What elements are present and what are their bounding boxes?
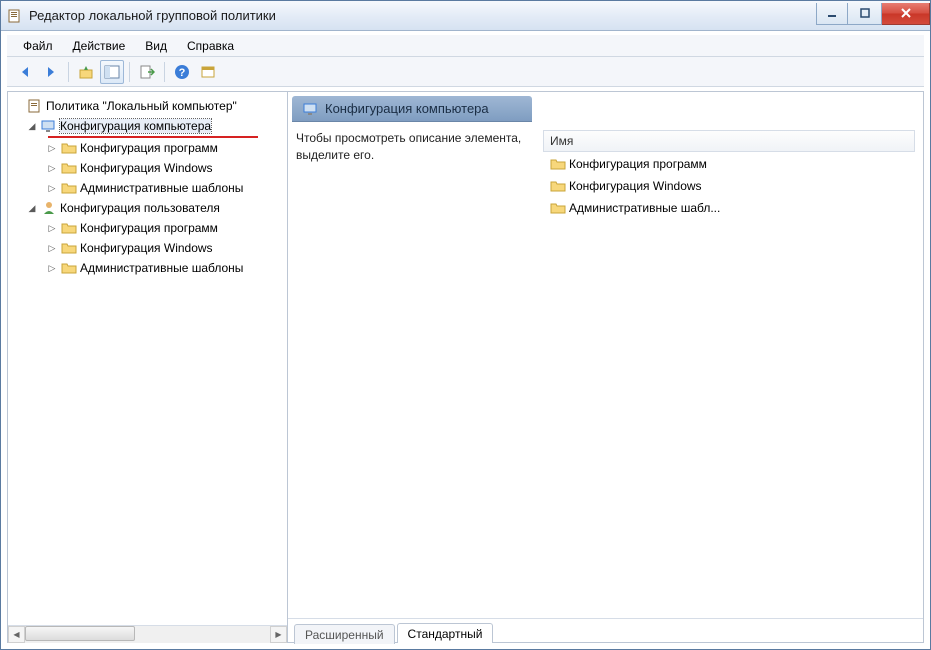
menu-view[interactable]: Вид [135, 37, 177, 55]
computer-icon [303, 101, 319, 117]
scroll-left-button[interactable]: ◀ [8, 626, 25, 643]
folder-icon [61, 180, 77, 196]
tree-computer-config[interactable]: ◢ Конфигурация компьютера [8, 116, 287, 136]
tab-standard[interactable]: Стандартный [397, 623, 494, 643]
list-item[interactable]: Конфигурация программ [543, 154, 915, 174]
properties-button[interactable] [196, 60, 220, 84]
content-area: Политика "Локальный компьютер" ◢ Конфигу… [7, 91, 924, 643]
folder-icon [550, 156, 566, 172]
tree-computer-windows[interactable]: ▷ Конфигурация Windows [8, 158, 287, 178]
tree-item-label: Конфигурация Windows [80, 241, 213, 255]
maximize-button[interactable] [848, 3, 882, 25]
tree-computer-config-label: Конфигурация компьютера [60, 119, 211, 133]
titlebar: Редактор локальной групповой политики [1, 1, 930, 31]
expand-icon[interactable]: ▷ [46, 223, 58, 234]
tree-item-label: Административные шаблоны [80, 261, 243, 275]
forward-button[interactable] [39, 60, 63, 84]
list-item-label: Административные шабл... [569, 201, 720, 215]
expand-icon[interactable]: ▷ [46, 183, 58, 194]
menu-action[interactable]: Действие [63, 37, 136, 55]
app-window: Редактор локальной групповой политики Фа… [0, 0, 931, 650]
list-column: Имя Конфигурация программ Конфигурация W… [543, 130, 915, 610]
detail-body: Чтобы просмотреть описание элемента, выд… [288, 122, 923, 618]
list-item[interactable]: Конфигурация Windows [543, 176, 915, 196]
tree-body: Политика "Локальный компьютер" ◢ Конфигу… [8, 92, 287, 625]
tree-user-config[interactable]: ◢ Конфигурация пользователя [8, 198, 287, 218]
menu-help[interactable]: Справка [177, 37, 244, 55]
menubar: Файл Действие Вид Справка [7, 35, 924, 57]
tree-user-windows[interactable]: ▷ Конфигурация Windows [8, 238, 287, 258]
tab-extended[interactable]: Расширенный [294, 624, 395, 644]
list-item-label: Конфигурация программ [569, 157, 707, 171]
expand-icon[interactable]: ▷ [46, 243, 58, 254]
policy-icon [27, 98, 43, 114]
tree-item-label: Конфигурация программ [80, 221, 218, 235]
export-button[interactable] [135, 60, 159, 84]
user-icon [41, 200, 57, 216]
folder-icon [550, 200, 566, 216]
help-button[interactable]: ? [170, 60, 194, 84]
column-header-name[interactable]: Имя [543, 130, 915, 152]
back-button[interactable] [13, 60, 37, 84]
scroll-track[interactable] [25, 626, 270, 643]
folder-icon [61, 140, 77, 156]
expand-icon[interactable]: ▷ [46, 163, 58, 174]
tree-user-programs[interactable]: ▷ Конфигурация программ [8, 218, 287, 238]
folder-icon [61, 220, 77, 236]
toolbar-separator [68, 62, 69, 82]
folder-icon [61, 260, 77, 276]
list-item[interactable]: Административные шабл... [543, 198, 915, 218]
scroll-right-button[interactable]: ▶ [270, 626, 287, 643]
tree-computer-templates[interactable]: ▷ Административные шаблоны [8, 178, 287, 198]
app-icon [7, 8, 23, 24]
tree-user-config-label: Конфигурация пользователя [60, 201, 220, 215]
folder-icon [61, 160, 77, 176]
menu-file[interactable]: Файл [13, 37, 63, 55]
detail-pane: Конфигурация компьютера Чтобы просмотрет… [288, 92, 923, 642]
toolbar-separator [129, 62, 130, 82]
list-item-label: Конфигурация Windows [569, 179, 702, 193]
detail-header-title: Конфигурация компьютера [325, 101, 489, 116]
tree-item-label: Конфигурация программ [80, 141, 218, 155]
up-button[interactable] [74, 60, 98, 84]
tree-root-label: Политика "Локальный компьютер" [46, 99, 237, 113]
horizontal-scrollbar[interactable]: ◀ ▶ [8, 625, 287, 642]
tree-pane: Политика "Локальный компьютер" ◢ Конфигу… [8, 92, 288, 642]
tree-user-templates[interactable]: ▷ Административные шаблоны [8, 258, 287, 278]
toolbar-separator [164, 62, 165, 82]
close-button[interactable] [882, 3, 930, 25]
expand-icon[interactable]: ▷ [46, 263, 58, 274]
toolbar: ? [7, 57, 924, 87]
window-title: Редактор локальной групповой политики [29, 8, 276, 23]
tree-item-label: Конфигурация Windows [80, 161, 213, 175]
tree-root[interactable]: Политика "Локальный компьютер" [8, 96, 287, 116]
minimize-button[interactable] [816, 3, 848, 25]
collapse-icon[interactable]: ◢ [26, 121, 38, 132]
tree-item-label: Административные шаблоны [80, 181, 243, 195]
collapse-icon[interactable]: ◢ [26, 203, 38, 214]
description-text: Чтобы просмотреть описание элемента, выд… [296, 130, 531, 610]
expand-icon[interactable]: ▷ [46, 143, 58, 154]
computer-icon [41, 118, 57, 134]
scroll-thumb[interactable] [25, 626, 135, 641]
detail-header: Конфигурация компьютера [292, 96, 532, 122]
svg-text:?: ? [179, 67, 186, 79]
tabstrip: Расширенный Стандартный [288, 618, 923, 642]
window-controls [816, 3, 930, 25]
showhide-tree-button[interactable] [100, 60, 124, 84]
tree-computer-programs[interactable]: ▷ Конфигурация программ [8, 138, 287, 158]
folder-icon [550, 178, 566, 194]
folder-icon [61, 240, 77, 256]
